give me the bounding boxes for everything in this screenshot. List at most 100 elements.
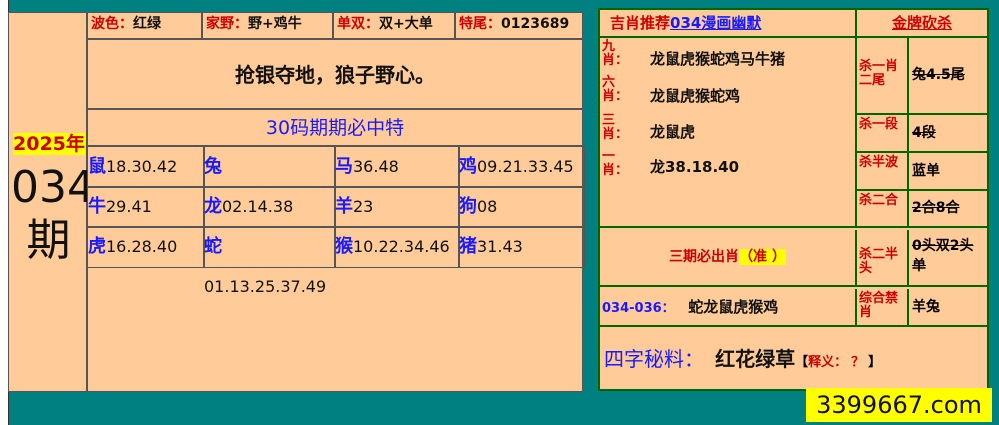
zodiac-numbers: 08 xyxy=(477,197,498,216)
wave-label: 波色： xyxy=(91,16,133,32)
kill-row: 杀二半头 0头双2头单 xyxy=(857,230,989,287)
secret-note-q: ？ xyxy=(851,355,865,370)
zodiac-numbers: 09.21.33.45 xyxy=(477,157,574,176)
zodiac-name: 羊 xyxy=(335,196,353,217)
kill-label: 杀二半头 xyxy=(859,247,899,276)
secret-label: 四字秘料： xyxy=(604,347,704,371)
kill-value: 羊兔 xyxy=(907,289,987,325)
kill-row: 杀半波 蓝单 xyxy=(857,153,989,191)
slogan-cell: 抢银夺地，狼子野心。 xyxy=(87,39,583,109)
pick-label: 三 肖： xyxy=(602,113,629,142)
must-row: 三期必出肖（准 ） xyxy=(600,230,857,287)
zodiac-numbers: 18.30.42 xyxy=(106,157,178,176)
tail-label: 特尾： xyxy=(459,16,501,32)
kill-label: 杀二合 xyxy=(859,193,899,208)
pick-value: 龙鼠虎 xyxy=(650,123,696,141)
kill-row: 杀一肖二尾 兔4.5尾 xyxy=(857,38,989,115)
zodiac-numbers: 29.41 xyxy=(106,197,152,216)
zodiac-name: 鸡 xyxy=(459,156,477,177)
rec-header: 吉肖推荐034漫画幽默 xyxy=(600,10,857,38)
zodiac-numbers: 01.13.25.37.49 xyxy=(204,277,327,296)
zodiac-name: 猪 xyxy=(459,236,477,257)
range-label: 034-036： xyxy=(602,301,675,316)
rec-link[interactable]: 034漫画幽默 xyxy=(670,14,761,32)
tail-cell: 特尾：0123689 xyxy=(455,12,583,39)
kill-value: 兔4.5尾 xyxy=(907,38,987,113)
year-label: 2025年 xyxy=(13,133,85,155)
zodiac-cell: 猴10.22.34.46 xyxy=(334,226,460,268)
kill-value: 2合8合 xyxy=(907,191,987,226)
odd-even-cell: 单双：双+大单 xyxy=(333,12,455,39)
issue-suffix: 期 xyxy=(26,215,71,266)
zodiac-name: 兔 xyxy=(204,156,222,177)
issue-panel: 2025年 034 期 xyxy=(8,12,95,392)
site-watermark: 3399667.com xyxy=(806,388,992,422)
zodiac-grid: 鼠18.30.42 兔 马36.48 鸡09.21.33.45 牛29.41 龙… xyxy=(87,146,585,296)
zodiac-name: 狗 xyxy=(459,196,477,217)
zodiac-cell: 兔 xyxy=(203,146,336,188)
zodiac-name: 鼠 xyxy=(88,156,106,177)
odd-even-label: 单双： xyxy=(337,16,379,32)
zodiac-numbers: 10.22.34.46 xyxy=(353,237,450,256)
zodiac-cell: 鼠18.30.42 xyxy=(87,146,205,188)
zodiac-name: 龙 xyxy=(204,196,222,217)
slogan: 抢银夺地，狼子野心。 xyxy=(235,63,435,87)
secret-row: 四字秘料： 红花绿草【释义：？】 xyxy=(600,329,987,389)
zodiac-cell: 牛29.41 xyxy=(87,186,205,228)
zodiac-cell: 狗08 xyxy=(458,186,585,228)
secret-value: 红花绿草 xyxy=(715,347,796,371)
zodiac-cell: 羊23 xyxy=(334,186,460,228)
kill-title-cell: 金牌砍杀 xyxy=(857,10,987,38)
home-wild-value: 野+鸡牛 xyxy=(248,16,302,32)
zodiac-cell: 龙02.14.38 xyxy=(203,186,336,228)
kill-value: 蓝单 xyxy=(907,153,987,189)
kill-row: 杀二合 2合8合 xyxy=(857,191,989,228)
kill-value: 4段 xyxy=(907,115,987,151)
kill-title: 金牌砍杀 xyxy=(891,14,952,32)
zodiac-name: 牛 xyxy=(88,196,106,217)
range-value: 蛇龙鼠虎猴鸡 xyxy=(688,298,779,316)
zodiac-numbers: 02.14.38 xyxy=(222,197,294,216)
tail-value: 0123689 xyxy=(501,16,570,32)
zodiac-numbers: 23 xyxy=(353,197,374,216)
zodiac-name: 虎 xyxy=(88,236,106,257)
wave-cell: 波色：红绿 xyxy=(87,12,202,39)
must-text: 三期必出肖 xyxy=(669,249,740,265)
kill-value: 0头双2头单 xyxy=(907,230,987,285)
pick-value: 龙鼠虎猴蛇鸡马牛猪 xyxy=(650,50,786,68)
pick-value: 龙38.18.40 xyxy=(650,158,740,176)
zodiac-cell: 虎16.28.40 xyxy=(87,226,205,268)
kill-row: 杀一段 4段 xyxy=(857,115,989,153)
pick-label: 一 肖： xyxy=(602,149,629,178)
home-wild-cell: 家野：野+鸡牛 xyxy=(202,12,333,39)
zodiac-cell: 蛇 01.13.25.37.49 xyxy=(203,226,336,296)
code-title-cell: 30码期期必中特 xyxy=(87,109,583,146)
secret-note-open: 【 xyxy=(795,355,809,370)
zodiac-numbers: 16.28.40 xyxy=(106,237,178,256)
zodiac-name: 猴 xyxy=(335,236,353,257)
zodiac-name: 蛇 xyxy=(204,236,222,257)
wave-value: 红绿 xyxy=(133,16,161,32)
pick-value: 龙鼠虎猴蛇鸡 xyxy=(650,87,741,105)
home-wild-label: 家野： xyxy=(206,16,248,32)
zodiac-numbers: 31.43 xyxy=(477,237,523,256)
pick-label: 九 肖： xyxy=(602,39,629,68)
kill-label: 杀一肖二尾 xyxy=(859,59,899,88)
must-badge: （准 ） xyxy=(739,249,786,265)
zodiac-cell: 猪31.43 xyxy=(458,226,585,268)
rec-prefix: 吉肖推荐 xyxy=(610,14,671,32)
zodiac-numbers: 36.48 xyxy=(353,157,399,176)
range-row: 034-036： 蛇龙鼠虎猴鸡 xyxy=(600,289,857,327)
zodiac-name: 马 xyxy=(335,156,353,177)
kill-label: 杀半波 xyxy=(859,155,899,170)
kill-label: 杀一段 xyxy=(859,117,899,132)
zodiac-cell: 马36.48 xyxy=(334,146,460,188)
kill-label: 综合禁肖 xyxy=(859,291,899,320)
pick-label: 六 肖： xyxy=(602,75,629,104)
issue-number: 034 xyxy=(11,162,95,213)
picks-area: 九 肖： 龙鼠虎猴蛇鸡马牛猪 六 肖： 龙鼠虎猴蛇鸡 三 肖： 龙鼠虎 一 肖：… xyxy=(600,38,857,228)
kill-row: 综合禁肖 羊兔 xyxy=(857,289,989,327)
code-title: 30码期期必中特 xyxy=(265,117,405,139)
odd-even-value: 双+大单 xyxy=(379,16,433,32)
secret-note-close: 】 xyxy=(868,355,882,370)
